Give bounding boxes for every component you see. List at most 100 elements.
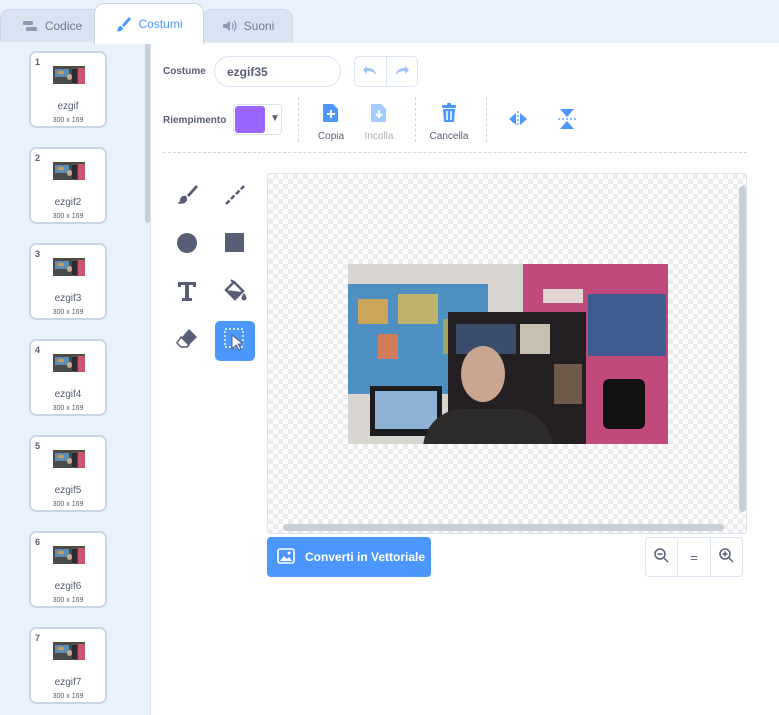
costume-name: ezgif5: [54, 485, 82, 496]
paint-bucket-icon: [222, 278, 248, 309]
brush-icon: [175, 183, 199, 212]
select-icon: [223, 327, 247, 356]
costume-number: 4: [35, 345, 41, 355]
costume-name: ezgif: [57, 101, 79, 112]
costume-number: 3: [35, 249, 41, 259]
speaker-icon: [221, 19, 237, 33]
paste-button[interactable]: Incolla: [349, 104, 409, 142]
costume-item[interactable]: 7 ezgif7 300 x 169: [29, 627, 107, 704]
costume-item[interactable]: 5 ezgif5 300 x 169: [29, 435, 107, 512]
costume-size: 300 x 169: [52, 693, 84, 700]
costume-item[interactable]: 6 ezgif6 300 x 169: [29, 531, 107, 608]
convert-to-vector-button[interactable]: Converti in Vettoriale: [267, 537, 431, 577]
zoom-controls: =: [645, 537, 743, 577]
canvas-horizontal-scrollbar[interactable]: [283, 524, 724, 531]
costume-size: 300 x 169: [52, 213, 84, 220]
brush-tool[interactable]: [167, 177, 207, 217]
zoom-out-icon: [654, 548, 669, 566]
costume-size: 300 x 169: [52, 405, 84, 412]
rectangle-tool[interactable]: [215, 225, 255, 265]
eraser-tool[interactable]: [167, 321, 207, 361]
tab-sounds[interactable]: Suoni: [202, 9, 293, 42]
costume-name: ezgif4: [54, 389, 82, 400]
line-tool[interactable]: [215, 177, 255, 217]
costume-bitmap-image[interactable]: [348, 264, 668, 444]
costume-thumbnail: [53, 546, 85, 564]
costume-list-scrollbar[interactable]: [145, 43, 150, 223]
costume-thumbnail: [53, 450, 85, 468]
code-icon: [22, 20, 38, 32]
tab-code-label: Codice: [44, 19, 83, 33]
costume-number: 2: [35, 153, 41, 163]
divider: [486, 97, 487, 142]
zoom-reset-button[interactable]: =: [677, 538, 709, 576]
costume-name-label: Costume: [163, 66, 206, 77]
redo-button[interactable]: [385, 57, 418, 86]
undo-button[interactable]: [355, 57, 386, 86]
zoom-in-button[interactable]: [709, 538, 742, 576]
select-tool[interactable]: [215, 321, 255, 361]
delete-label: Cancella: [429, 131, 469, 142]
chevron-down-icon: ▼: [270, 113, 280, 124]
flip-vertical-icon: [557, 109, 577, 134]
costume-size: 300 x 169: [52, 309, 84, 316]
fill-tool[interactable]: [215, 273, 255, 313]
undo-redo-group: [354, 56, 418, 87]
rectangle-icon: [223, 231, 247, 260]
fill-color-swatch: [235, 106, 265, 133]
image-icon: [277, 547, 295, 567]
costume-item[interactable]: 3 ezgif3 300 x 169: [29, 243, 107, 320]
tab-costumes-label: Costumi: [138, 17, 183, 31]
costume-name: ezgif3: [54, 293, 82, 304]
costume-size: 300 x 169: [52, 597, 84, 604]
copy-icon: [322, 103, 340, 126]
circle-icon: [175, 231, 199, 260]
costume-number: 5: [35, 441, 41, 451]
zoom-reset-label: =: [690, 549, 698, 565]
paste-icon: [370, 103, 388, 126]
costume-item[interactable]: 2 ezgif2 300 x 169: [29, 147, 107, 224]
divider: [298, 97, 299, 142]
costume-name-input[interactable]: [214, 56, 341, 87]
fill-color-picker[interactable]: ▼: [233, 104, 282, 135]
text-icon: [175, 279, 199, 308]
brush-icon: [115, 16, 132, 32]
divider: [415, 97, 416, 142]
trash-icon: [441, 103, 457, 126]
costume-name: ezgif7: [54, 677, 82, 688]
toolbar-divider: [163, 152, 747, 153]
text-tool[interactable]: [167, 273, 207, 313]
zoom-in-icon: [719, 548, 734, 566]
costume-number: 6: [35, 537, 41, 547]
tab-sounds-label: Suoni: [243, 19, 275, 33]
costume-size: 300 x 169: [52, 501, 84, 508]
tab-code[interactable]: Codice: [0, 9, 104, 42]
canvas-vertical-scrollbar[interactable]: [739, 186, 746, 512]
tab-bar: Codice Suoni Costumi: [0, 0, 779, 44]
costume-thumbnail: [53, 258, 85, 276]
paste-label: Incolla: [364, 131, 394, 142]
undo-icon: [362, 63, 378, 81]
flip-vertical-button[interactable]: [557, 108, 577, 135]
costume-item[interactable]: 4 ezgif4 300 x 169: [29, 339, 107, 416]
costume-thumbnail: [53, 66, 85, 84]
tab-costumes[interactable]: Costumi: [94, 3, 204, 44]
zoom-out-button[interactable]: [646, 538, 677, 576]
costume-item[interactable]: 1 ezgif 300 x 169: [29, 51, 107, 128]
redo-icon: [394, 63, 410, 81]
eraser-icon: [175, 327, 199, 356]
costume-number: 7: [35, 633, 41, 643]
costume-size: 300 x 169: [52, 117, 84, 124]
flip-horizontal-button[interactable]: [508, 110, 528, 133]
delete-button[interactable]: Cancella: [419, 103, 479, 142]
costume-number: 1: [35, 57, 41, 67]
line-icon: [223, 183, 247, 212]
convert-label: Converti in Vettoriale: [305, 550, 426, 564]
costume-thumbnail: [53, 354, 85, 372]
circle-tool[interactable]: [167, 225, 207, 265]
flip-horizontal-icon: [508, 111, 528, 132]
costume-thumbnail: [53, 642, 85, 660]
costume-thumbnail: [53, 162, 85, 180]
costume-name: ezgif6: [54, 581, 82, 592]
costume-name: ezgif2: [54, 197, 82, 208]
